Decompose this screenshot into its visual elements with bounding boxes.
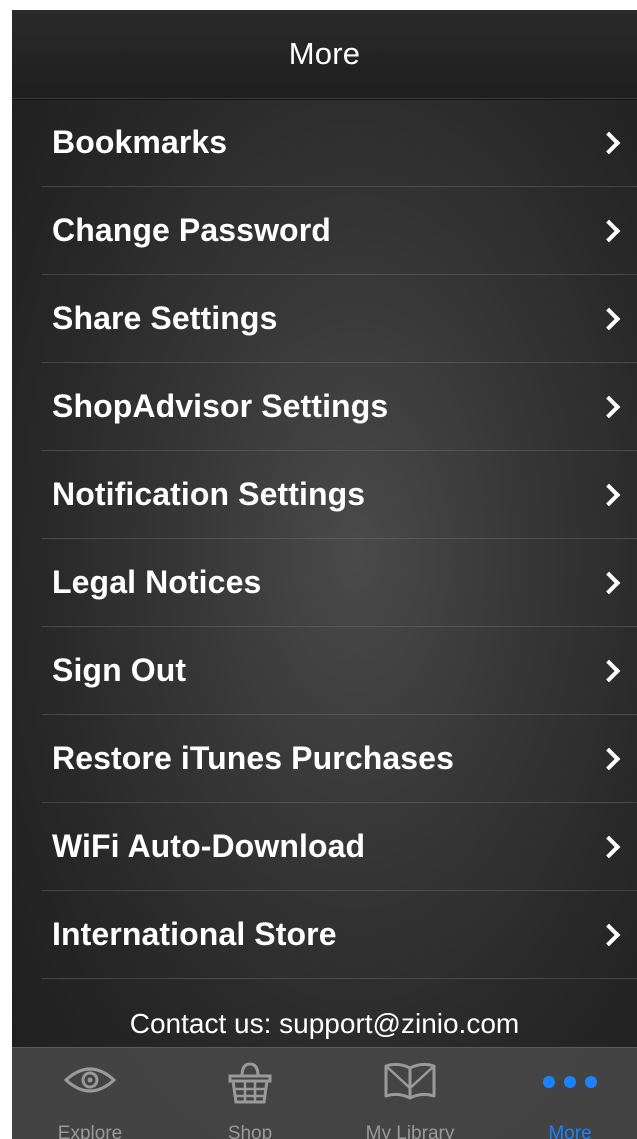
tab-explore[interactable]: Explore [12,1048,168,1139]
tab-shop[interactable]: Shop [172,1048,328,1139]
menu-item-sign-out[interactable]: Sign Out [42,627,637,715]
menu-item-label: Share Settings [52,300,278,336]
tab-my-library[interactable]: My Library [332,1048,488,1139]
chevron-right-icon [597,395,621,418]
chevron-right-icon [597,835,621,858]
contact-support-text[interactable]: Contact us: support@zinio.com [12,1008,637,1040]
tab-more[interactable]: More [492,1048,637,1139]
chevron-right-icon [597,659,621,682]
menu-item-label: Sign Out [52,652,187,688]
app-screen: More Bookmarks Change Password Share Set… [12,10,637,1139]
menu-item-shopadvisor-settings[interactable]: ShopAdvisor Settings [42,363,637,451]
chevron-right-icon [597,747,621,770]
chevron-right-icon [597,131,621,154]
menu-item-restore-itunes-purchases[interactable]: Restore iTunes Purchases [42,715,637,803]
eye-icon [63,1060,117,1105]
tab-bar: Explore Shop My Library More [12,1047,637,1139]
menu-item-international-store[interactable]: International Store [42,891,637,979]
navigation-bar: More [12,10,637,99]
more-dots-icon [540,1074,600,1095]
tab-label: My Library [365,1123,455,1139]
settings-menu: Bookmarks Change Password Share Settings… [12,99,637,979]
menu-item-wifi-auto-download[interactable]: WiFi Auto-Download [42,803,637,891]
menu-item-label: International Store [52,916,337,952]
menu-item-change-password[interactable]: Change Password [42,187,637,275]
menu-item-notification-settings[interactable]: Notification Settings [42,451,637,539]
chevron-right-icon [597,923,621,946]
basket-icon [226,1060,274,1111]
tab-label: Shop [227,1123,273,1139]
open-book-icon [382,1060,438,1107]
menu-item-legal-notices[interactable]: Legal Notices [42,539,637,627]
menu-item-label: Notification Settings [52,476,366,512]
menu-item-label: Legal Notices [52,564,262,600]
menu-item-label: Bookmarks [52,124,228,160]
chevron-right-icon [597,219,621,242]
page-title: More [288,36,361,71]
tab-label: Explore [57,1123,123,1139]
tab-label: More [548,1123,592,1139]
menu-item-bookmarks[interactable]: Bookmarks [42,99,637,187]
chevron-right-icon [597,483,621,506]
menu-item-label: WiFi Auto-Download [52,828,366,864]
menu-item-label: Change Password [52,212,331,248]
chevron-right-icon [597,571,621,594]
menu-item-label: ShopAdvisor Settings [52,388,389,424]
menu-item-label: Restore iTunes Purchases [52,740,454,776]
chevron-right-icon [597,307,621,330]
menu-item-share-settings[interactable]: Share Settings [42,275,637,363]
